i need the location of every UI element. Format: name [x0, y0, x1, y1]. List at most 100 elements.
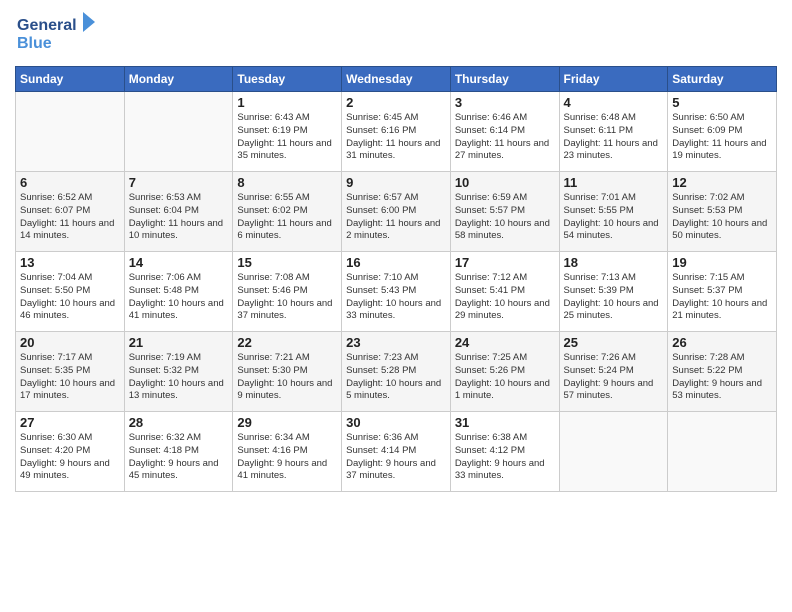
calendar-cell: 31 Sunrise: 6:38 AM Sunset: 4:12 PM Dayli… [450, 412, 559, 492]
cell-info: Sunrise: 7:04 AM Sunset: 5:50 PM Dayligh… [20, 272, 120, 323]
calendar-cell: 12 Sunrise: 7:02 AM Sunset: 5:53 PM Dayli… [668, 172, 777, 252]
day-number: 18 [564, 255, 664, 270]
day-number: 1 [237, 95, 337, 110]
cell-info: Sunrise: 7:15 AM Sunset: 5:37 PM Dayligh… [672, 272, 772, 323]
weekday-header-saturday: Saturday [668, 67, 777, 92]
cell-info: Sunrise: 6:45 AM Sunset: 6:16 PM Dayligh… [346, 112, 446, 163]
day-number: 27 [20, 415, 120, 430]
day-number: 21 [129, 335, 229, 350]
day-number: 15 [237, 255, 337, 270]
day-number: 7 [129, 175, 229, 190]
calendar-cell: 27 Sunrise: 6:30 AM Sunset: 4:20 PM Dayli… [16, 412, 125, 492]
cell-info: Sunrise: 7:23 AM Sunset: 5:28 PM Dayligh… [346, 352, 446, 403]
calendar-cell: 20 Sunrise: 7:17 AM Sunset: 5:35 PM Dayli… [16, 332, 125, 412]
day-number: 6 [20, 175, 120, 190]
calendar-cell: 24 Sunrise: 7:25 AM Sunset: 5:26 PM Dayli… [450, 332, 559, 412]
calendar-cell: 22 Sunrise: 7:21 AM Sunset: 5:30 PM Dayli… [233, 332, 342, 412]
page: General Blue SundayMondayTuesdayWednesda… [0, 0, 792, 612]
cell-info: Sunrise: 7:17 AM Sunset: 5:35 PM Dayligh… [20, 352, 120, 403]
day-number: 28 [129, 415, 229, 430]
cell-info: Sunrise: 6:52 AM Sunset: 6:07 PM Dayligh… [20, 192, 120, 243]
cell-info: Sunrise: 6:46 AM Sunset: 6:14 PM Dayligh… [455, 112, 555, 163]
cell-info: Sunrise: 7:08 AM Sunset: 5:46 PM Dayligh… [237, 272, 337, 323]
cell-info: Sunrise: 7:13 AM Sunset: 5:39 PM Dayligh… [564, 272, 664, 323]
calendar-cell [124, 92, 233, 172]
day-number: 26 [672, 335, 772, 350]
calendar-week-2: 13 Sunrise: 7:04 AM Sunset: 5:50 PM Dayli… [16, 252, 777, 332]
calendar-cell: 3 Sunrise: 6:46 AM Sunset: 6:14 PM Daylig… [450, 92, 559, 172]
cell-info: Sunrise: 7:25 AM Sunset: 5:26 PM Dayligh… [455, 352, 555, 403]
cell-info: Sunrise: 7:19 AM Sunset: 5:32 PM Dayligh… [129, 352, 229, 403]
logo: General Blue [15, 10, 105, 60]
weekday-header-thursday: Thursday [450, 67, 559, 92]
cell-info: Sunrise: 6:38 AM Sunset: 4:12 PM Dayligh… [455, 432, 555, 483]
calendar-cell: 4Sunrise: 6:48 AM Sunset: 6:11 PM Daylig… [559, 92, 668, 172]
day-number: 3 [455, 95, 555, 110]
calendar-cell: 7Sunrise: 6:53 AM Sunset: 6:04 PM Daylig… [124, 172, 233, 252]
calendar-cell: 13 Sunrise: 7:04 AM Sunset: 5:50 PM Dayli… [16, 252, 125, 332]
day-number: 9 [346, 175, 446, 190]
day-number: 29 [237, 415, 337, 430]
calendar-cell: 10 Sunrise: 6:59 AM Sunset: 5:57 PM Dayli… [450, 172, 559, 252]
calendar-cell [16, 92, 125, 172]
day-number: 10 [455, 175, 555, 190]
cell-info: Sunrise: 7:12 AM Sunset: 5:41 PM Dayligh… [455, 272, 555, 323]
calendar-week-4: 27 Sunrise: 6:30 AM Sunset: 4:20 PM Dayli… [16, 412, 777, 492]
calendar-table: SundayMondayTuesdayWednesdayThursdayFrid… [15, 66, 777, 492]
day-number: 31 [455, 415, 555, 430]
calendar-cell: 21 Sunrise: 7:19 AM Sunset: 5:32 PM Dayli… [124, 332, 233, 412]
cell-info: Sunrise: 7:01 AM Sunset: 5:55 PM Dayligh… [564, 192, 664, 243]
day-number: 4 [564, 95, 664, 110]
svg-text:Blue: Blue [17, 35, 52, 52]
weekday-header-wednesday: Wednesday [342, 67, 451, 92]
weekday-header-monday: Monday [124, 67, 233, 92]
calendar-cell: 16 Sunrise: 7:10 AM Sunset: 5:43 PM Dayli… [342, 252, 451, 332]
cell-info: Sunrise: 7:26 AM Sunset: 5:24 PM Dayligh… [564, 352, 664, 403]
cell-info: Sunrise: 6:59 AM Sunset: 5:57 PM Dayligh… [455, 192, 555, 243]
calendar-cell [668, 412, 777, 492]
cell-info: Sunrise: 6:43 AM Sunset: 6:19 PM Dayligh… [237, 112, 337, 163]
cell-info: Sunrise: 6:36 AM Sunset: 4:14 PM Dayligh… [346, 432, 446, 483]
calendar-cell: 17Sunrise: 7:12 AM Sunset: 5:41 PM Dayli… [450, 252, 559, 332]
cell-info: Sunrise: 7:02 AM Sunset: 5:53 PM Dayligh… [672, 192, 772, 243]
calendar-cell: 11 Sunrise: 7:01 AM Sunset: 5:55 PM Dayli… [559, 172, 668, 252]
day-number: 12 [672, 175, 772, 190]
calendar-cell: 1 Sunrise: 6:43 AM Sunset: 6:19 PM Daylig… [233, 92, 342, 172]
cell-info: Sunrise: 7:06 AM Sunset: 5:48 PM Dayligh… [129, 272, 229, 323]
cell-info: Sunrise: 7:21 AM Sunset: 5:30 PM Dayligh… [237, 352, 337, 403]
calendar-cell: 18 Sunrise: 7:13 AM Sunset: 5:39 PM Dayli… [559, 252, 668, 332]
day-number: 2 [346, 95, 446, 110]
calendar-cell: 5Sunrise: 6:50 AM Sunset: 6:09 PM Daylig… [668, 92, 777, 172]
calendar-header: SundayMondayTuesdayWednesdayThursdayFrid… [16, 67, 777, 92]
day-number: 30 [346, 415, 446, 430]
day-number: 20 [20, 335, 120, 350]
calendar-cell: 6 Sunrise: 6:52 AM Sunset: 6:07 PM Daylig… [16, 172, 125, 252]
day-number: 24 [455, 335, 555, 350]
cell-info: Sunrise: 6:55 AM Sunset: 6:02 PM Dayligh… [237, 192, 337, 243]
cell-info: Sunrise: 6:57 AM Sunset: 6:00 PM Dayligh… [346, 192, 446, 243]
calendar-cell: 25 Sunrise: 7:26 AM Sunset: 5:24 PM Dayli… [559, 332, 668, 412]
day-number: 11 [564, 175, 664, 190]
cell-info: Sunrise: 7:28 AM Sunset: 5:22 PM Dayligh… [672, 352, 772, 403]
day-number: 25 [564, 335, 664, 350]
day-number: 19 [672, 255, 772, 270]
day-number: 14 [129, 255, 229, 270]
day-number: 16 [346, 255, 446, 270]
weekday-header-tuesday: Tuesday [233, 67, 342, 92]
cell-info: Sunrise: 6:34 AM Sunset: 4:16 PM Dayligh… [237, 432, 337, 483]
calendar-week-3: 20 Sunrise: 7:17 AM Sunset: 5:35 PM Dayli… [16, 332, 777, 412]
day-number: 13 [20, 255, 120, 270]
day-number: 23 [346, 335, 446, 350]
weekday-header-friday: Friday [559, 67, 668, 92]
calendar-cell: 30 Sunrise: 6:36 AM Sunset: 4:14 PM Dayli… [342, 412, 451, 492]
calendar-cell: 19 Sunrise: 7:15 AM Sunset: 5:37 PM Dayli… [668, 252, 777, 332]
cell-info: Sunrise: 7:10 AM Sunset: 5:43 PM Dayligh… [346, 272, 446, 323]
svg-text:General: General [17, 17, 77, 34]
calendar-cell: 23 Sunrise: 7:23 AM Sunset: 5:28 PM Dayli… [342, 332, 451, 412]
logo-svg: General Blue [15, 10, 105, 55]
cell-info: Sunrise: 6:50 AM Sunset: 6:09 PM Dayligh… [672, 112, 772, 163]
cell-info: Sunrise: 6:30 AM Sunset: 4:20 PM Dayligh… [20, 432, 120, 483]
day-number: 22 [237, 335, 337, 350]
cell-info: Sunrise: 6:32 AM Sunset: 4:18 PM Dayligh… [129, 432, 229, 483]
weekday-header-row: SundayMondayTuesdayWednesdayThursdayFrid… [16, 67, 777, 92]
